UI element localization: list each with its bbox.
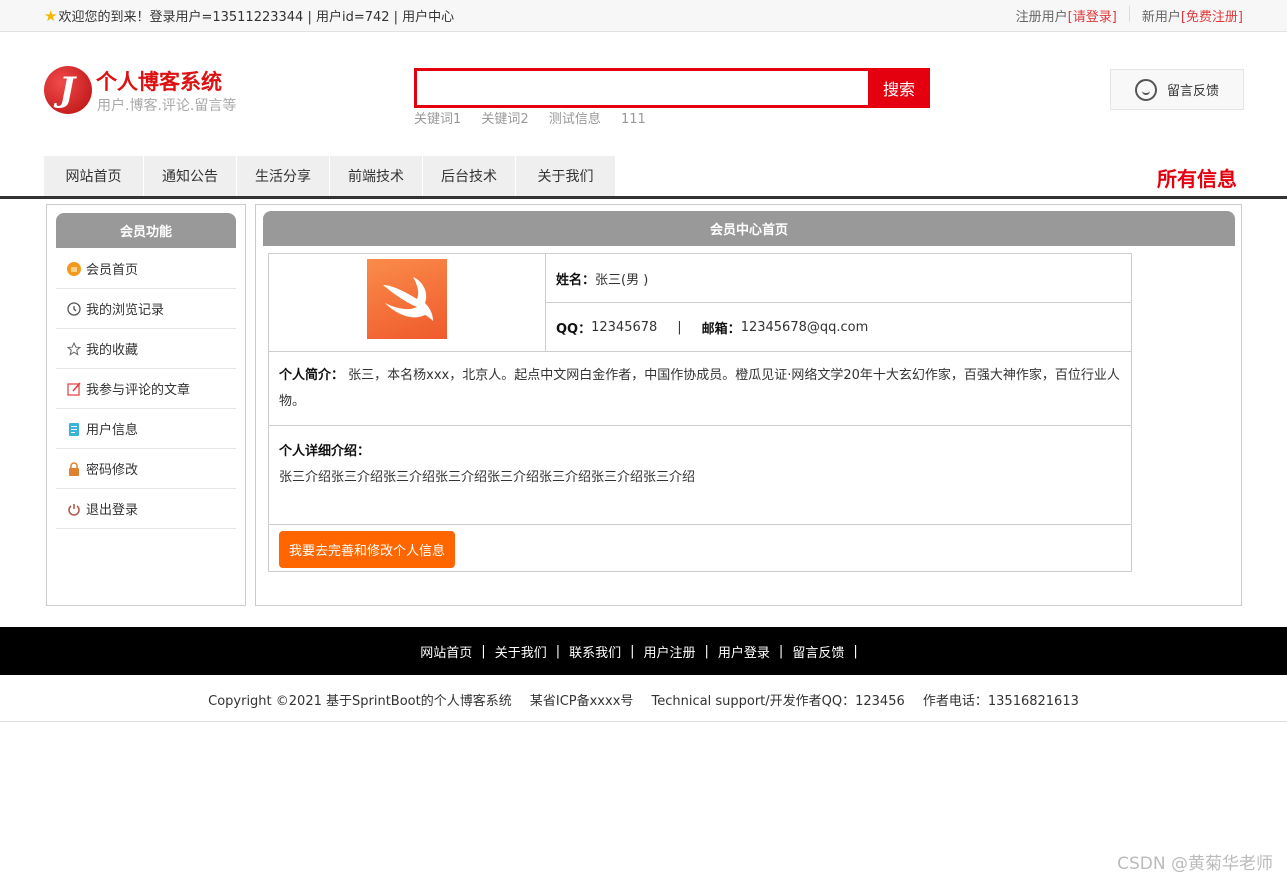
nav-divider [0,196,1287,199]
qq-value: 12345678 [591,320,657,335]
copyright: Copyright ©2021 基于SprintBoot的个人博客系统 某省IC… [0,690,1287,709]
lock-icon [67,462,81,476]
keyword-link[interactable]: 关键词1 [414,112,461,127]
star-icon: ★ [44,7,57,25]
separator: | [677,320,681,335]
intro-value: 张三，本名杨xxx，北京人。起点中文网白金作者，中国作协成员。橙瓜见证·网络文学… [279,368,1120,409]
headset-icon [1135,79,1157,101]
swift-logo-icon [379,275,435,323]
edit-icon [67,382,81,396]
footer-link-register[interactable]: 用户注册 [644,642,696,661]
support-text: Technical support/开发作者QQ：123456 [652,694,905,709]
name-row: 姓名： 张三(男 ) [546,254,1131,303]
sidebar-title: 会员功能 [56,213,236,248]
footer-divider [0,721,1287,722]
sidebar-item-label: 我参与评论的文章 [86,379,190,398]
sidebar-item-label: 用户信息 [86,419,138,438]
email-label: 邮箱： [702,318,741,337]
avatar-cell [269,254,546,352]
welcome-message: 欢迎您的到来！登录用户=13511223344 | 用户id=742 | 用户中… [58,6,454,25]
keyword-link[interactable]: 测试信息 [549,112,601,127]
sidebar-menu: 会员首页 我的浏览记录 我的收藏 我参与评论的文章 用户信息 密码修改 退出登录 [56,249,236,529]
main-nav: 网站首页 通知公告 生活分享 前端技术 后台技术 关于我们 [44,156,616,196]
intro-label: 个人简介： [279,368,344,383]
name-value: 张三(男 ) [595,269,648,288]
search-input[interactable] [414,68,868,108]
nav-item-life[interactable]: 生活分享 [237,156,330,196]
sidebar-item-logout[interactable]: 退出登录 [56,489,236,529]
power-icon [67,502,81,516]
footer-nav: 网站首页 | 关于我们 | 联系我们 | 用户注册 | 用户登录 | 留言反馈 … [0,627,1287,675]
search-button[interactable]: 搜索 [868,68,930,108]
page-title: 会员中心首页 [263,211,1235,246]
copyright-text: Copyright ©2021 基于SprintBoot的个人博客系统 [208,694,512,709]
divider [1129,6,1130,22]
site-title: 个人博客系统 [96,66,222,96]
edit-profile-button[interactable]: 我要去完善和修改个人信息 [279,531,455,568]
hot-keywords: 关键词1 关键词2 测试信息 111 [414,108,662,127]
phone-text: 作者电话：13516821613 [923,694,1079,709]
site-subtitle: 用户.博客.评论.留言等 [97,95,236,115]
contact-row: QQ： 12345678 | 邮箱： 12345678@qq.com [546,303,1131,352]
feedback-label: 留言反馈 [1167,80,1219,99]
sidebar-item-label: 我的收藏 [86,339,138,358]
nav-item-backend[interactable]: 后台技术 [423,156,516,196]
keyword-link[interactable]: 关键词2 [481,112,528,127]
footer-link-home[interactable]: 网站首页 [420,642,472,661]
all-info-link[interactable]: 所有信息 [1157,163,1237,192]
icp-text: 某省ICP备xxxx号 [530,694,634,709]
newuser-label: 新用户 [1142,6,1181,25]
footer-separator: | [556,644,560,659]
footer-separator: | [630,644,634,659]
search-bar: 搜索 [414,68,930,108]
sidebar-item-history[interactable]: 我的浏览记录 [56,289,236,329]
detail-label: 个人详细介绍： [279,444,370,459]
feedback-button[interactable]: 留言反馈 [1110,69,1244,110]
sidebar-item-label: 我的浏览记录 [86,299,164,318]
signup-link[interactable]: [免费注册] [1181,6,1243,25]
avatar [367,259,447,339]
name-label: 姓名： [556,269,595,288]
detail-value: 张三介绍张三介绍张三介绍张三介绍张三介绍张三介绍张三介绍张三介绍 [279,470,695,485]
logo-icon: J [44,66,92,114]
qq-label: QQ： [556,318,591,337]
sidebar-item-label: 密码修改 [86,459,138,478]
footer-link-contact[interactable]: 联系我们 [569,642,621,661]
nav-item-home[interactable]: 网站首页 [44,156,144,196]
member-center: 会员中心首页 姓名： 张三(男 ) QQ： 12345678 | 邮箱： 123… [255,204,1242,606]
intro-row: 个人简介： 张三，本名杨xxx，北京人。起点中文网白金作者，中国作协成员。橙瓜见… [269,352,1131,426]
watermark: CSDN @黄菊华老师 [1117,849,1273,874]
home-icon [67,262,81,276]
sidebar-item-label: 退出登录 [86,499,138,518]
sidebar-item-comments[interactable]: 我参与评论的文章 [56,369,236,409]
welcome-text: ★ 欢迎您的到来！登录用户=13511223344 | 用户id=742 | 用… [44,6,454,25]
footer-separator: | [853,644,857,659]
sidebar-item-password[interactable]: 密码修改 [56,449,236,489]
history-icon [67,302,81,316]
sidebar-item-label: 会员首页 [86,259,138,278]
footer-separator: | [779,644,783,659]
sidebar: 会员功能 会员首页 我的浏览记录 我的收藏 我参与评论的文章 用户信息 密码修改 [46,204,246,606]
footer-link-about[interactable]: 关于我们 [495,642,547,661]
keyword-link[interactable]: 111 [621,112,646,127]
email-value: 12345678@qq.com [741,320,869,335]
sidebar-item-userinfo[interactable]: 用户信息 [56,409,236,449]
footer-separator: | [481,644,485,659]
clipboard-icon [67,422,81,436]
star-icon [67,342,81,356]
top-bar: ★ 欢迎您的到来！登录用户=13511223344 | 用户id=742 | 用… [0,0,1287,32]
register-label: 注册用户 [1016,6,1068,25]
footer-link-feedback[interactable]: 留言反馈 [792,642,844,661]
nav-item-frontend[interactable]: 前端技术 [330,156,423,196]
sidebar-item-home[interactable]: 会员首页 [56,249,236,289]
detail-row: 个人详细介绍： 张三介绍张三介绍张三介绍张三介绍张三介绍张三介绍张三介绍张三介绍 [269,426,1131,525]
nav-item-notice[interactable]: 通知公告 [144,156,237,196]
profile-table: 姓名： 张三(男 ) QQ： 12345678 | 邮箱： 12345678@q… [268,253,1132,572]
login-link[interactable]: [请登录] [1068,6,1117,25]
sidebar-item-favorites[interactable]: 我的收藏 [56,329,236,369]
nav-item-about[interactable]: 关于我们 [516,156,616,196]
footer-link-login[interactable]: 用户登录 [718,642,770,661]
account-links: 注册用户 [请登录] 新用户 [免费注册] [1016,6,1243,25]
footer-separator: | [705,644,709,659]
